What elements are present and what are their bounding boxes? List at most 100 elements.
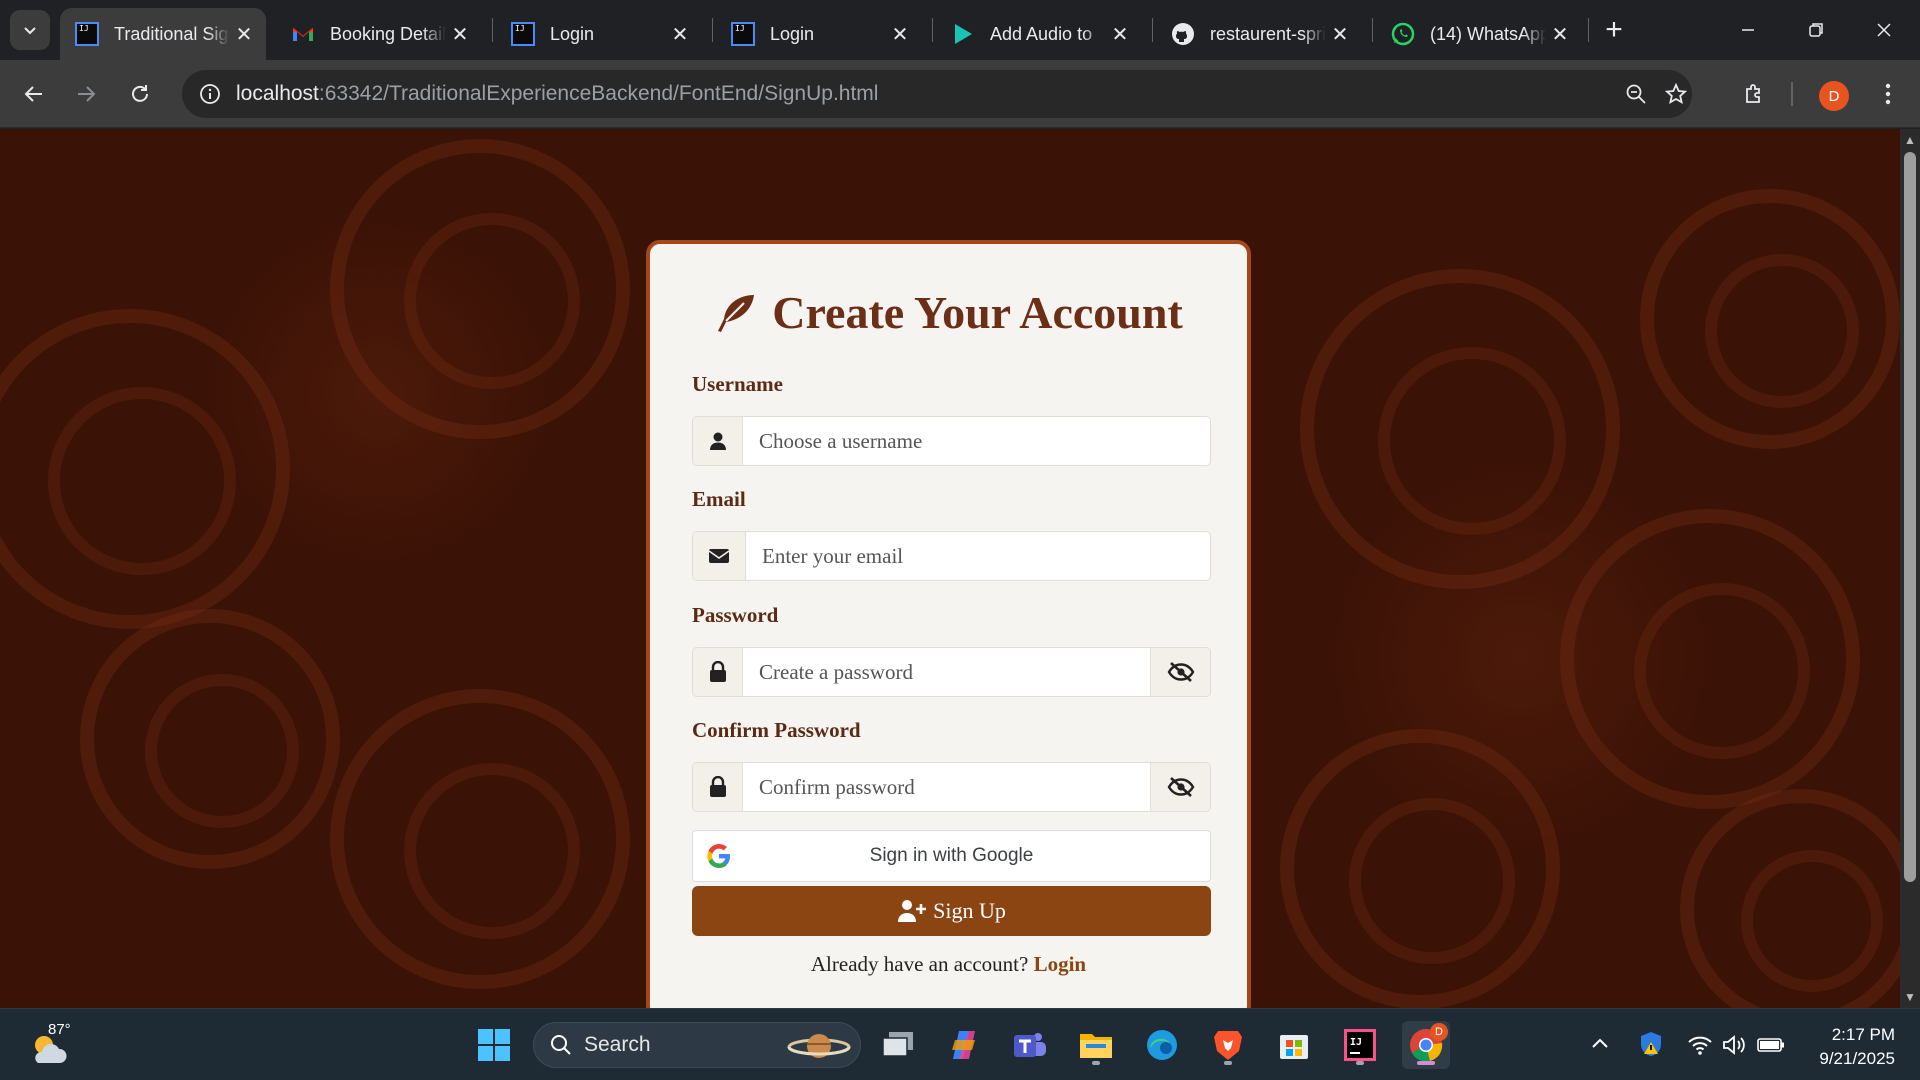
background-swirl (1640, 189, 1900, 449)
tab-add-audio[interactable]: Add Audio to ✕ (936, 8, 1142, 60)
play-icon (950, 21, 976, 47)
intellij-icon: IJ (74, 21, 100, 47)
windows-start-icon[interactable] (470, 1021, 518, 1069)
tab-login-1[interactable]: IJ Login ✕ (496, 8, 702, 60)
close-icon[interactable]: ✕ (446, 20, 474, 48)
search-label: Search (584, 1033, 651, 1056)
email-input[interactable] (746, 532, 1210, 580)
background-swirl (1560, 509, 1860, 809)
scroll-up-arrow-icon[interactable]: ▲ (1904, 134, 1916, 146)
tab-title: Traditional Sign Up (114, 23, 230, 44)
github-icon (1170, 21, 1196, 47)
wifi-icon[interactable] (1686, 1031, 1714, 1059)
intellij-icon[interactable]: IJ (1336, 1021, 1384, 1069)
username-field (692, 416, 1211, 466)
confirm-password-label: Confirm Password (692, 718, 861, 742)
microsoft-store-icon[interactable] (1270, 1021, 1318, 1069)
envelope-icon (693, 532, 746, 580)
signup-card: Create Your Account Username Email Passw… (646, 240, 1251, 1020)
feather-icon (718, 294, 755, 332)
running-indicator (1092, 1061, 1100, 1065)
lock-icon (693, 763, 743, 811)
running-indicator (1224, 1061, 1232, 1065)
tab-search-button[interactable] (10, 10, 50, 50)
address-bar[interactable]: localhost:63342/TraditionalExperienceBac… (182, 70, 1692, 118)
reload-icon[interactable] (118, 72, 162, 116)
task-view-icon[interactable] (874, 1021, 922, 1069)
tab-login-2[interactable]: IJ Login ✕ (716, 8, 922, 60)
volume-icon[interactable] (1720, 1031, 1748, 1059)
username-input[interactable] (743, 417, 1210, 465)
svg-text:IJ: IJ (1350, 1037, 1362, 1048)
bookmark-star-icon[interactable] (1658, 76, 1694, 112)
password-input[interactable] (743, 648, 1150, 696)
tab-separator (1588, 18, 1589, 42)
tab-title: restaurent-spring (1210, 23, 1326, 44)
brave-icon[interactable] (1204, 1021, 1252, 1069)
chevron-up-icon[interactable] (1588, 1031, 1612, 1055)
edge-icon[interactable] (1138, 1021, 1186, 1069)
url-text[interactable]: localhost:63342/TraditionalExperienceBac… (236, 82, 878, 106)
close-icon[interactable]: ✕ (886, 20, 914, 48)
profile-avatar[interactable]: D (1819, 81, 1849, 111)
chrome-profile-badge: D (1430, 1023, 1448, 1041)
window-close-icon[interactable] (1850, 0, 1918, 60)
security-shield-icon[interactable] (1636, 1029, 1666, 1059)
login-link[interactable]: Login (1034, 952, 1087, 976)
zoom-icon[interactable] (1618, 76, 1654, 112)
intellij-icon: IJ (510, 21, 536, 47)
eye-slash-icon[interactable] (1150, 763, 1210, 811)
toolbar-divider (1791, 82, 1793, 106)
taskbar: 87° Search IJ D 2:17 PM 9/21/2025 (0, 1008, 1920, 1080)
background-swirl (330, 139, 630, 439)
forward-arrow-icon[interactable] (64, 72, 108, 116)
teams-icon[interactable] (1006, 1021, 1054, 1069)
user-plus-icon (898, 900, 927, 922)
tab-restaurent-spring[interactable]: restaurent-spring ✕ (1156, 8, 1362, 60)
extensions-icon[interactable] (1732, 72, 1776, 116)
eye-slash-icon[interactable] (1150, 648, 1210, 696)
background-swirl (1300, 269, 1620, 589)
file-explorer-icon[interactable] (1072, 1021, 1120, 1069)
tab-whatsapp[interactable]: (14) WhatsApp ✕ (1376, 8, 1582, 60)
background-swirl (1280, 729, 1560, 1008)
scroll-down-arrow-icon[interactable]: ▼ (1904, 991, 1916, 1003)
close-icon[interactable]: ✕ (1326, 20, 1354, 48)
chrome-icon[interactable]: D (1402, 1021, 1450, 1069)
whatsapp-icon (1390, 21, 1416, 47)
taskbar-search[interactable]: Search (533, 1022, 861, 1068)
google-icon (693, 843, 745, 869)
site-info-icon[interactable] (188, 72, 232, 116)
tab-title: Booking Details (330, 23, 446, 44)
restore-icon[interactable] (1782, 0, 1850, 60)
close-icon[interactable]: ✕ (1546, 20, 1574, 48)
system-clock[interactable]: 2:17 PM 9/21/2025 (1795, 1023, 1895, 1071)
back-arrow-icon[interactable] (12, 72, 56, 116)
user-icon (693, 417, 743, 465)
clock-date: 9/21/2025 (1819, 1049, 1895, 1068)
confirm-password-field (692, 762, 1211, 812)
scrollbar-thumb[interactable] (1904, 152, 1916, 882)
close-icon[interactable]: ✕ (666, 20, 694, 48)
tab-separator (1152, 18, 1153, 42)
tab-booking-details[interactable]: Booking Details ✕ (276, 8, 482, 60)
kebab-menu-icon[interactable] (1866, 72, 1910, 116)
google-sign-in-button[interactable]: Sign in with Google (692, 830, 1211, 882)
battery-icon[interactable] (1756, 1031, 1786, 1059)
password-label: Password (692, 603, 779, 627)
confirm-password-input[interactable] (743, 763, 1150, 811)
sign-up-button[interactable]: Sign Up (692, 886, 1211, 936)
tab-title: Login (770, 23, 815, 44)
new-tab-plus-icon[interactable]: + (1596, 12, 1632, 48)
url-host: localhost (236, 82, 319, 105)
minimize-icon[interactable] (1714, 0, 1782, 60)
tab-traditional-sign-up[interactable]: IJ Traditional Sign Up ✕ (60, 8, 266, 60)
page-title: Create Your Account (650, 286, 1247, 339)
chevron-down-icon (24, 27, 36, 35)
close-icon[interactable]: ✕ (1106, 20, 1134, 48)
tab-separator (492, 18, 493, 42)
copilot-icon[interactable] (940, 1021, 988, 1069)
email-label: Email (692, 487, 746, 511)
running-indicator (1417, 1061, 1435, 1065)
close-icon[interactable]: ✕ (230, 20, 258, 48)
